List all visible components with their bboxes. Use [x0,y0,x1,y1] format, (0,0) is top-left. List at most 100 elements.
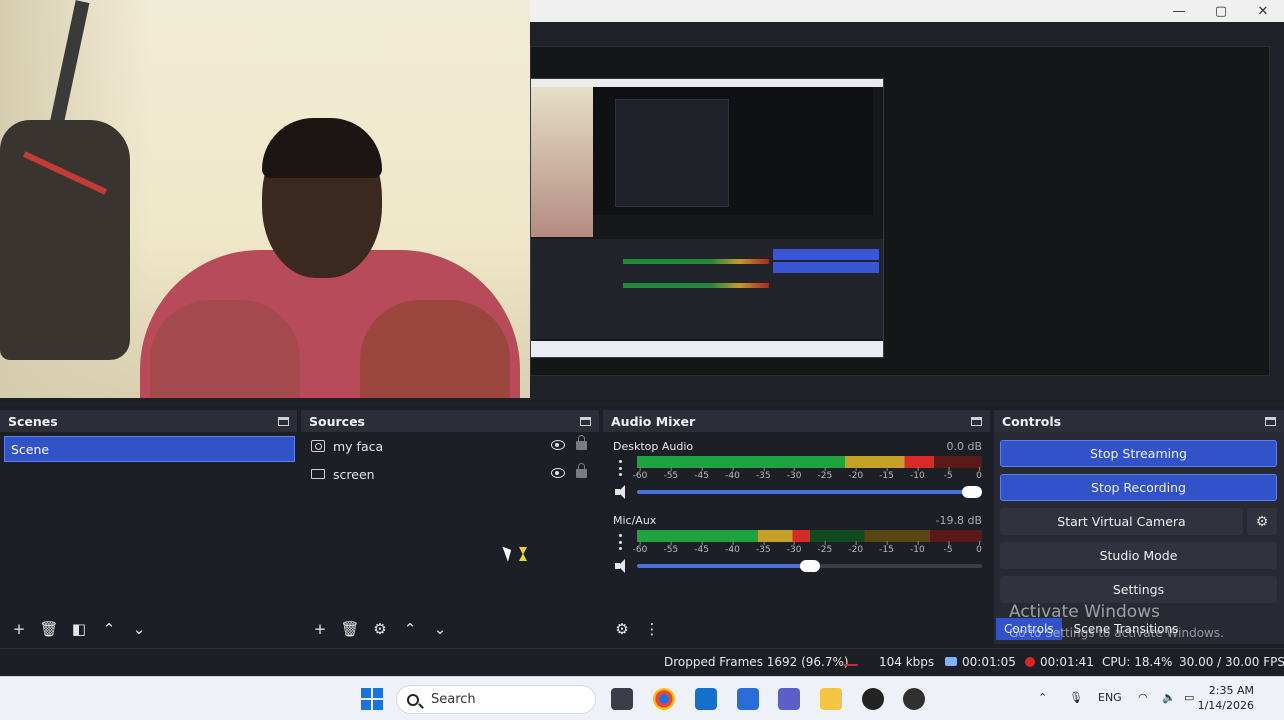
source-item[interactable]: my faca [301,432,599,460]
volume-icon[interactable]: 🔈 [1162,691,1176,704]
monitor-icon [311,469,325,479]
stream-time: 00:01:05 [962,655,1016,669]
obs-icon[interactable] [862,688,884,710]
meter-tick-label: -10 [910,467,925,481]
network-icon [843,655,866,669]
taskbar-clock[interactable]: 2:35 AM 1/14/2026 [1198,683,1254,713]
lock-icon[interactable] [576,435,587,450]
filter-icon[interactable]: ◧ [66,616,92,642]
visibility-eye-icon[interactable] [551,468,565,478]
nested-webcam [531,87,593,237]
windows-taskbar: Search ⌃ 🎙 ENG ◠ 🔈 ▭ 2:35 AM 1/14/2026 [0,676,1284,720]
stream-icon [945,657,957,666]
volume-meter [637,530,982,542]
volume-slider[interactable] [637,486,982,498]
taskbar-search[interactable]: Search [396,685,596,714]
file-explorer-icon[interactable] [820,688,842,710]
add-icon[interactable]: + [6,616,32,642]
obs-secondary-icon[interactable] [903,688,925,710]
move-up-icon[interactable]: ⌃ [397,616,423,642]
visibility-eye-icon[interactable] [551,440,565,450]
volume-slider[interactable] [637,560,982,572]
settings-button[interactable]: Settings [1000,576,1277,603]
mixer-channels: Desktop Audio 0.0 dB -60 -55 -45 -40 -35 -30-… [603,432,990,614]
nested-meter [623,259,769,264]
store-icon[interactable] [695,688,717,710]
virtual-camera-gear-icon[interactable]: ⚙ [1247,508,1277,535]
controls-title: Controls [1002,413,1062,429]
speaker-icon[interactable] [615,559,631,573]
nested-titlebar [531,79,883,87]
maximize-icon[interactable]: ▢ [1200,0,1242,22]
scene-item[interactable]: Scene [4,436,295,462]
search-placeholder: Search [431,692,476,707]
trash-icon[interactable]: 🗑 [337,616,363,642]
webcam-person-arm [150,300,300,398]
meter-tick-label: -45 [694,541,709,555]
gear-icon[interactable]: ⚙ [367,616,393,642]
sources-title: Sources [309,413,365,429]
source-label: my faca [333,438,384,454]
meter-tick-label: -40 [725,467,740,481]
add-icon[interactable]: + [307,616,333,642]
teams-icon[interactable] [778,688,800,710]
volume-meter-level [637,530,810,542]
microphone-icon[interactable]: 🎙 [1069,691,1083,704]
stop-streaming-button[interactable]: Stop Streaming [1000,440,1277,467]
meter-tick-label: 0 [976,467,982,481]
start-virtual-camera-button[interactable]: Start Virtual Camera [1000,508,1243,535]
volume-slider-knob[interactable] [962,486,982,498]
clock-date: 1/14/2026 [1197,699,1254,712]
trash-icon[interactable]: 🗑 [36,616,62,642]
webcam-source[interactable] [0,0,530,398]
chrome-icon[interactable] [653,688,675,710]
mixer-toolbar: ⚙ ⋮ [603,614,990,644]
sources-dock: Sources my faca screen + 🗑 ⚙ ⌃ ⌄ [301,410,599,644]
close-icon[interactable]: ✕ [1242,0,1284,22]
undock-icon[interactable] [580,416,591,426]
move-down-icon[interactable]: ⌄ [427,616,453,642]
undock-icon[interactable] [971,416,982,426]
battery-icon[interactable]: ▭ [1184,691,1194,704]
undock-icon[interactable] [278,416,289,426]
windows-start-icon[interactable] [361,688,383,710]
minimize-icon[interactable]: — [1158,0,1200,22]
sources-header: Sources [301,410,599,432]
meter-tick-label: 0 [976,541,982,555]
mixer-channel: Mic/Aux -19.8 dB -60 -55 -45 -40 -35 -30 -25 -2… [603,512,990,584]
volume-meter-level [637,456,934,468]
outlook-icon[interactable] [737,688,759,710]
volume-slider-knob[interactable] [799,560,820,572]
meter-tick-label: -55 [663,467,679,481]
undock-icon[interactable] [1265,416,1276,426]
meter-tick-label: -10 [910,541,925,555]
scenes-dock: Scenes Scene + 🗑 ◧ ⌃ ⌄ [0,410,297,644]
speaker-icon[interactable] [615,485,631,499]
language-indicator[interactable]: ENG [1098,691,1122,704]
source-item[interactable]: screen [301,460,599,488]
wifi-icon[interactable]: ◠ [1138,691,1148,704]
stop-recording-button[interactable]: Stop Recording [1000,474,1277,501]
nested-control-button [773,249,879,260]
camera-icon [311,440,325,452]
channel-menu-icon[interactable] [619,460,623,476]
scenes-header: Scenes [0,410,297,432]
tray-expand-icon[interactable]: ⌃ [1038,691,1047,704]
screen-capture-source[interactable] [530,78,884,358]
channel-menu-icon[interactable] [619,534,623,550]
studio-mode-button[interactable]: Studio Mode [1000,542,1277,569]
volume-meter [637,456,982,468]
lock-icon[interactable] [576,463,587,478]
volume-slider-fill [637,490,972,494]
move-down-icon[interactable]: ⌄ [126,616,152,642]
mixer-menu-icon[interactable]: ⋮ [639,616,665,642]
meter-ticks: -60 -55 -45 -40 -35 -30 -25 -20 -15 -10 -5 0 [633,541,982,558]
move-up-icon[interactable]: ⌃ [96,616,122,642]
nested-taskbar [531,341,883,357]
meter-tick-label: -20 [848,467,864,481]
advanced-audio-gear-icon[interactable]: ⚙ [609,616,635,642]
record-time: 00:01:41 [1040,655,1094,669]
meter-ticks: -60 -55 -45 -40 -35 -30 -25 -20 -15 -10 -5 0 [633,467,982,484]
sources-list: my faca screen [301,432,599,614]
task-view-icon[interactable] [611,688,633,710]
